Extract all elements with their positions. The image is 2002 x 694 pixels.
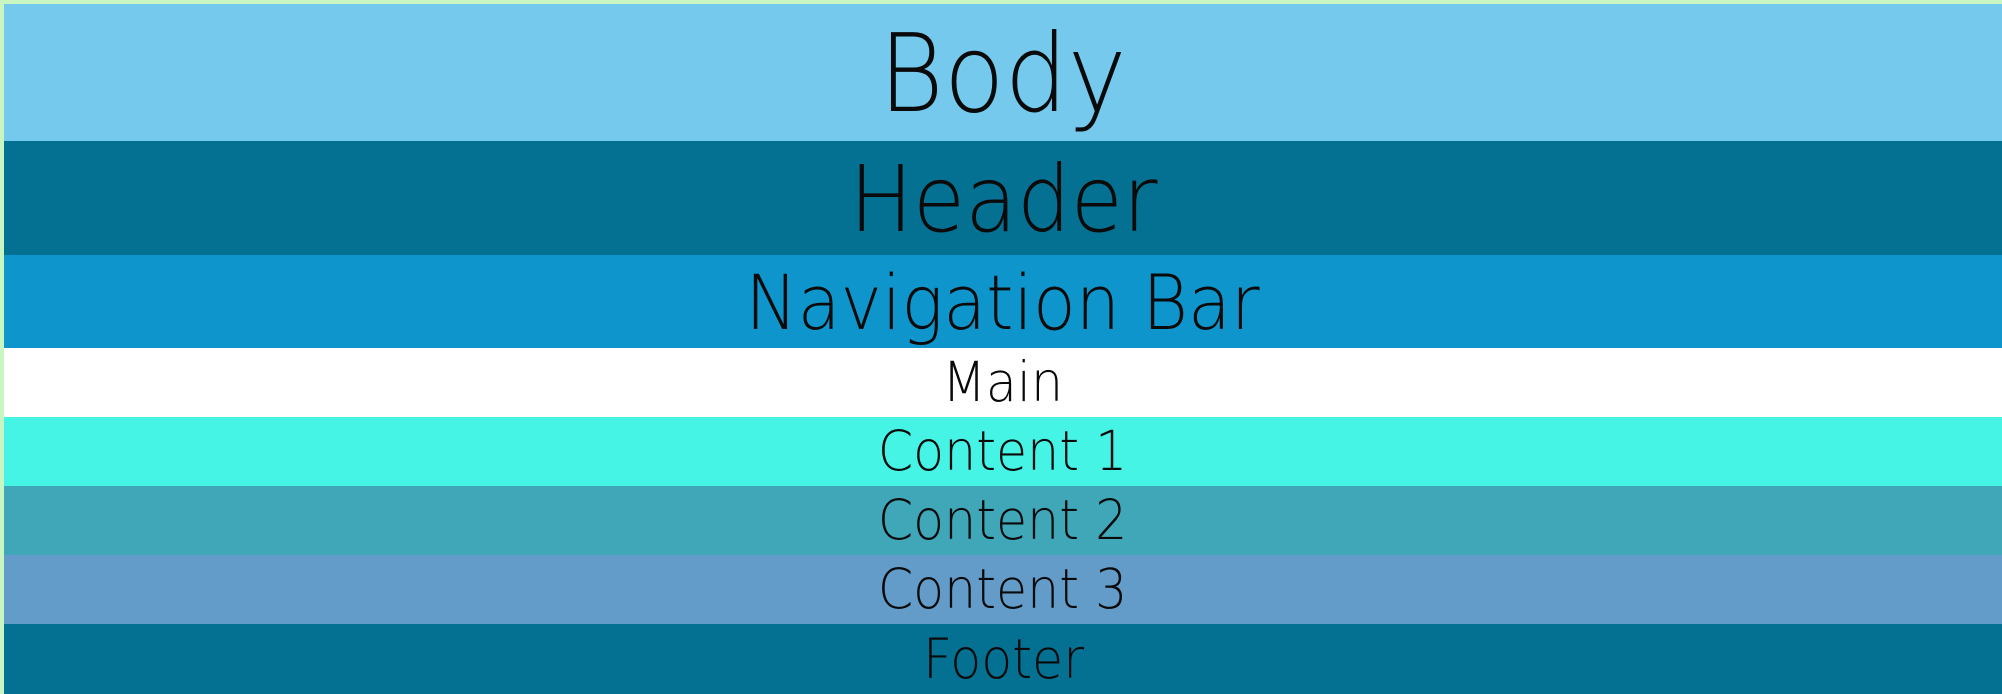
content-3-label: Content 3 [878,557,1128,621]
footer-band: Footer [4,624,2002,694]
navigation-bar-label: Navigation Bar [745,257,1261,347]
header-label: Header [848,146,1158,253]
body-label: Body [879,11,1127,137]
navigation-bar-band: Navigation Bar [4,255,2002,348]
content-1-label: Content 1 [878,419,1128,483]
content-3-band: Content 3 [4,555,2002,624]
content-1-band: Content 1 [4,417,2002,486]
header-band: Header [4,141,2002,255]
main-band: Main [4,348,2002,417]
body-band: Body [4,4,2002,141]
content-2-label: Content 2 [878,488,1128,552]
footer-label: Footer [922,626,1084,691]
content-2-band: Content 2 [4,486,2002,555]
layout-diagram: Body Header Navigation Bar Main Content … [4,4,2002,694]
main-label: Main [942,350,1064,414]
